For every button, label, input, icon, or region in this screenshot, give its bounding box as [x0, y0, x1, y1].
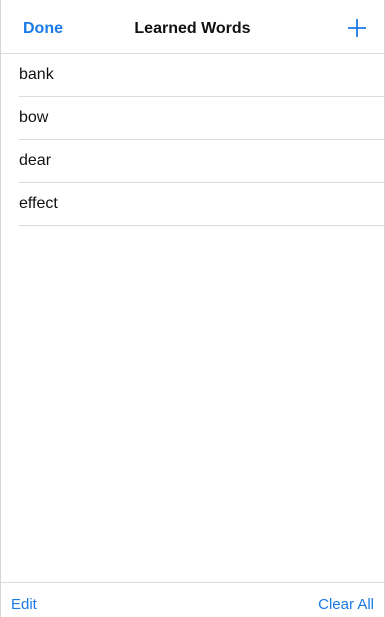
page-title: Learned Words: [134, 20, 251, 37]
edit-button[interactable]: Edit: [11, 596, 37, 613]
clear-all-button[interactable]: Clear All: [318, 596, 374, 613]
list-item[interactable]: bank: [19, 54, 384, 97]
word-label: effect: [19, 195, 58, 212]
list-item[interactable]: effect: [19, 183, 384, 226]
bottom-toolbar: Edit Clear All: [1, 582, 384, 617]
list-item[interactable]: bow: [19, 97, 384, 140]
word-label: bank: [19, 66, 54, 83]
word-label: dear: [19, 152, 52, 169]
learned-words-screen: Done Learned Words bank bow dear effect …: [0, 0, 385, 617]
word-label: bow: [19, 109, 49, 126]
add-word-button[interactable]: [346, 17, 368, 39]
list-item[interactable]: dear: [19, 140, 384, 183]
navigation-bar: Done Learned Words: [1, 0, 384, 54]
word-list: bank bow dear effect: [1, 54, 384, 226]
plus-icon: [348, 19, 366, 37]
